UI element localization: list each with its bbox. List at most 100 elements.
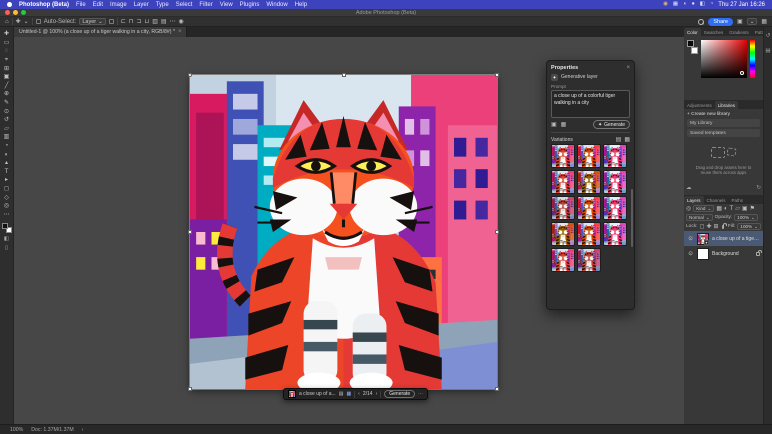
menu-item-type[interactable]: Type xyxy=(156,2,169,8)
align-top-icon[interactable]: ⊓ xyxy=(129,17,134,27)
variation-thumbnail[interactable] xyxy=(603,170,627,194)
blend-mode-dropdown[interactable]: Normal ⌄ xyxy=(686,214,713,221)
sync-icon[interactable]: ↻ xyxy=(756,183,761,193)
tab-libraries[interactable]: Libraries xyxy=(715,101,738,109)
frame-tool[interactable]: ▣ xyxy=(1,73,13,82)
generate-button[interactable]: ✦ Generate xyxy=(593,120,630,129)
variation-thumbnail[interactable] xyxy=(603,144,627,168)
dodge-tool[interactable]: ◐ xyxy=(1,150,13,159)
zoom-level[interactable]: 100% xyxy=(10,427,23,433)
previous-variation-icon[interactable]: ‹ xyxy=(358,389,360,399)
foreground-color-swatch[interactable] xyxy=(687,40,694,47)
more-options-icon[interactable]: ⋯ xyxy=(170,17,176,27)
generated-image-layer[interactable] xyxy=(190,75,497,389)
menu-item-image[interactable]: Image xyxy=(110,2,127,8)
align-right-icon[interactable]: ⊐ xyxy=(136,17,141,27)
variations-grid-icon[interactable]: ▦ xyxy=(346,389,351,399)
status-chevron-icon[interactable]: › xyxy=(82,427,84,433)
shape-tool[interactable]: ◻ xyxy=(1,185,13,194)
healing-brush-tool[interactable]: ⊕ xyxy=(1,90,13,99)
zoom-dropdown[interactable]: ⌄ xyxy=(747,18,758,25)
menu-item-select[interactable]: Select xyxy=(176,2,193,8)
move-tool-icon[interactable]: ✚ xyxy=(16,17,21,27)
variation-thumbnail[interactable] xyxy=(551,248,575,272)
comments-panel-icon[interactable]: ▤ xyxy=(765,46,770,56)
object-selection-tool[interactable]: ⌖ xyxy=(1,56,13,65)
fill-dropdown[interactable]: 100% ⌄ xyxy=(737,223,761,230)
layer-row-generative[interactable]: ⊙ ✦ a close up of a tiger walking in a c… xyxy=(684,231,763,246)
filter-flag-icon[interactable]: ⚑ xyxy=(750,204,755,214)
battery-icon[interactable]: ◖ xyxy=(683,0,686,9)
menu-item-view[interactable]: View xyxy=(220,2,233,8)
distribute-v-icon[interactable]: ▤ xyxy=(161,17,167,27)
filter-smartobject-icon[interactable]: ▣ xyxy=(742,204,748,214)
library-dropdown[interactable]: My Library xyxy=(687,119,760,127)
eraser-tool[interactable]: ▱ xyxy=(1,125,13,134)
visibility-eye-icon[interactable]: ⊙ xyxy=(687,236,694,242)
display-icon[interactable]: ▦ xyxy=(673,0,678,9)
layer-name[interactable]: Background xyxy=(712,251,752,257)
transform-handle[interactable] xyxy=(495,230,499,234)
background-color-swatch[interactable] xyxy=(691,47,698,54)
transform-handle[interactable] xyxy=(495,73,499,77)
layer-search-icon[interactable]: ◎ xyxy=(686,204,691,214)
scrollbar-thumb[interactable] xyxy=(631,189,633,247)
apple-menu-icon[interactable] xyxy=(7,2,12,7)
menu-item-app[interactable]: Photoshop (Beta) xyxy=(19,2,69,8)
move-tool[interactable]: ✚ xyxy=(1,30,13,39)
filter-type-icon[interactable]: T xyxy=(730,204,734,214)
control-center-icon[interactable]: ◧ xyxy=(700,0,705,9)
layer-thumbnail[interactable]: ✦ xyxy=(697,233,709,245)
prompt-input[interactable]: a close up of a colorful tiger walking i… xyxy=(551,90,630,118)
lasso-tool[interactable]: ◌ xyxy=(1,47,13,56)
grid-view-icon[interactable]: ▦ xyxy=(624,135,630,145)
menu-item-plugins[interactable]: Plugins xyxy=(240,2,260,8)
tab-color[interactable]: Color xyxy=(684,28,701,36)
eyedropper-tool[interactable]: ╱ xyxy=(1,82,13,91)
distribute-h-icon[interactable]: ▥ xyxy=(152,17,158,27)
tab-swatches[interactable]: Swatches xyxy=(701,28,727,36)
next-variation-icon[interactable]: › xyxy=(376,389,378,399)
menu-item-window[interactable]: Window xyxy=(266,2,287,8)
search-icon[interactable] xyxy=(698,19,704,25)
taskbar-thumbnail[interactable] xyxy=(288,390,296,398)
history-brush-tool[interactable]: ↺ xyxy=(1,116,13,125)
document-tab[interactable]: Untitled-1 @ 100% (a close up of a tiger… xyxy=(14,27,187,37)
history-panel-icon[interactable]: ↺ xyxy=(766,31,771,41)
generate-button[interactable]: Generate xyxy=(384,390,415,398)
gradient-tool[interactable]: ▥ xyxy=(1,133,13,142)
variation-thumbnail[interactable] xyxy=(551,170,575,194)
variation-thumbnail[interactable] xyxy=(577,222,601,246)
wifi-icon[interactable]: ● xyxy=(691,0,694,9)
properties-icon[interactable]: ▤ xyxy=(339,389,344,399)
taskbar-prompt-text[interactable]: a close up of a... xyxy=(299,391,336,397)
quick-mask-button[interactable]: ◧ xyxy=(4,236,9,242)
menubar-clock[interactable]: Thu 27 Jan 16:26 xyxy=(718,2,765,8)
fg-bg-color-swatches[interactable] xyxy=(687,40,698,54)
variation-thumbnail[interactable] xyxy=(551,196,575,220)
layer-thumbnail[interactable] xyxy=(697,248,709,260)
menu-item-file[interactable]: File xyxy=(76,2,86,8)
variation-thumbnail[interactable] xyxy=(551,144,575,168)
marquee-tool[interactable]: ▭ xyxy=(1,39,13,48)
tab-close-icon[interactable]: × xyxy=(178,29,182,35)
transform-handle[interactable] xyxy=(188,73,192,77)
hue-slider[interactable] xyxy=(750,40,755,78)
reference-image-icon[interactable]: ▣ xyxy=(551,120,557,130)
zoom-tool[interactable]: ◎ xyxy=(1,202,13,211)
capture-icon[interactable]: ◉ xyxy=(179,17,184,27)
close-panel-icon[interactable]: × xyxy=(626,65,630,71)
menu-item-edit[interactable]: Edit xyxy=(93,2,103,8)
crop-tool[interactable]: ⊞ xyxy=(1,64,13,73)
pen-tool[interactable]: ▴ xyxy=(1,159,13,168)
image-preview-icon[interactable]: ▣ xyxy=(737,17,743,27)
saturation-brightness-field[interactable] xyxy=(701,40,747,78)
lock-position-icon[interactable]: ✚ xyxy=(706,222,711,232)
visibility-eye-icon[interactable]: ⊙ xyxy=(687,251,694,257)
record-status-icon[interactable]: ◉ xyxy=(663,0,668,9)
kind-filter-dropdown[interactable]: Kind ⌄ xyxy=(693,205,714,212)
menu-item-help[interactable]: Help xyxy=(295,2,307,8)
siri-icon[interactable]: ◔ xyxy=(710,0,713,9)
saved-templates-button[interactable]: Saved templates xyxy=(687,129,760,137)
variation-thumbnail[interactable] xyxy=(577,144,601,168)
